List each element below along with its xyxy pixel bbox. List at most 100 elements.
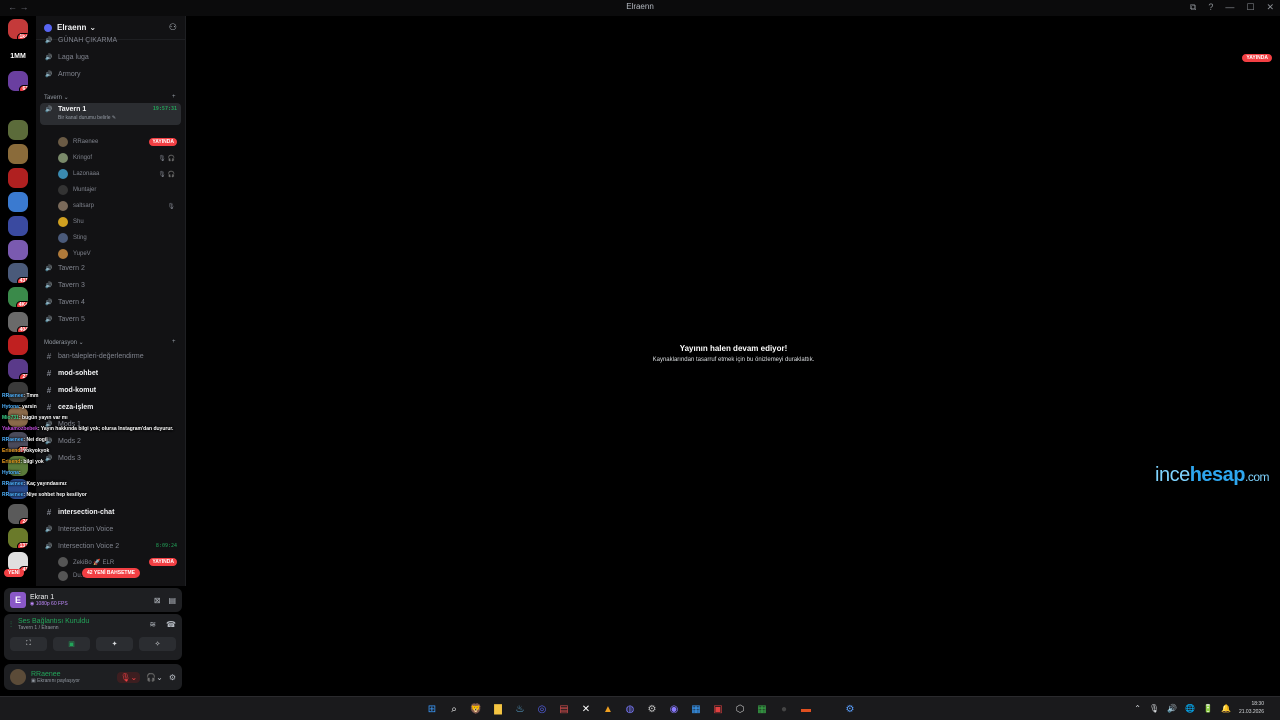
server-icon[interactable]: 63	[8, 71, 28, 91]
channel-item[interactable]: 🔊 Intersection Voice	[40, 521, 181, 537]
soundboard-icon[interactable]: ✧	[139, 637, 176, 651]
taskbar-app-icon[interactable]: ⚙	[842, 701, 858, 717]
clock[interactable]: 18:30 21.03.2026	[1239, 700, 1264, 716]
taskbar-app-icon[interactable]: ●	[776, 701, 792, 717]
channel-name: Intersection Voice 2	[58, 542, 120, 550]
server-icon[interactable]: 24	[8, 504, 28, 524]
voice-status[interactable]: Ses Bağlantısı Kuruldu	[18, 618, 89, 625]
maximize-icon[interactable]: ☐	[1246, 2, 1254, 13]
server-icon[interactable]: 22	[8, 359, 28, 379]
taskbar-app-icon[interactable]: ▦	[754, 701, 770, 717]
minimize-icon[interactable]: —	[1225, 2, 1234, 13]
channel-item[interactable]: 🔊 Intersection Voice 2 8:09:24	[40, 538, 181, 554]
server-icon[interactable]	[8, 96, 28, 116]
server-icon[interactable]: 431	[8, 263, 28, 283]
taskbar-app-icon[interactable]: ▲	[600, 701, 616, 717]
new-mentions-pill[interactable]: 42 YENİ BAHSETME	[82, 568, 140, 578]
stop-stream-icon[interactable]: ⊠	[154, 596, 161, 605]
avatar[interactable]	[10, 669, 26, 685]
taskbar-app-icon[interactable]: ⚙	[644, 701, 660, 717]
channel-name: Tavern 4	[58, 298, 85, 306]
screen-share-icon[interactable]: ▣	[53, 637, 90, 651]
new-badge[interactable]: YENİ	[4, 569, 24, 577]
server-icon[interactable]	[8, 216, 28, 236]
server-icon[interactable]: 1MM	[8, 46, 28, 66]
voice-user[interactable]: Kringof 🎙 🎧	[58, 151, 181, 165]
server-icon[interactable]	[8, 168, 28, 188]
taskbar-app-icon[interactable]: ▦	[688, 701, 704, 717]
channel-item[interactable]: # ban-talepleri-değerlendirme	[40, 348, 181, 364]
speaker-icon[interactable]: 🔊	[1167, 704, 1177, 713]
server-icon[interactable]	[8, 192, 28, 212]
voice-user[interactable]: RRaenee YAYINDA	[58, 135, 181, 149]
server-icon[interactable]	[8, 382, 28, 402]
taskbar-app-icon[interactable]: ♨	[512, 701, 528, 717]
server-icon[interactable]	[8, 144, 28, 164]
pip-icon[interactable]: ⧉	[1190, 2, 1196, 13]
server-icon[interactable]	[8, 240, 28, 260]
voice-user[interactable]: YupeV	[58, 247, 181, 261]
server-icon[interactable]: 4K+	[8, 287, 28, 307]
category-header[interactable]: Tavern ⌄ +	[44, 94, 176, 101]
network-icon[interactable]: 🌐	[1185, 704, 1195, 713]
channel-item[interactable]: # ceza-işlem	[40, 399, 181, 415]
user-status: ▣ Ekranını paylaşıyor	[31, 677, 80, 684]
server-icon[interactable]: 1k+	[8, 19, 28, 39]
gear-icon[interactable]: ⚙	[169, 673, 176, 682]
voice-user[interactable]: saltsarp 🎙	[58, 199, 181, 213]
channel-item[interactable]: # mod-sohbet	[40, 365, 181, 381]
taskbar-app-icon[interactable]: ▤	[556, 701, 572, 717]
taskbar-app-icon[interactable]: ⌕	[446, 701, 462, 717]
taskbar-app-icon[interactable]: ✕	[578, 701, 594, 717]
channel-item[interactable]: 🔊 GÜNAH ÇIKARMA	[40, 32, 181, 48]
taskbar-app-icon[interactable]: ◍	[622, 701, 638, 717]
server-icon[interactable]: 404	[8, 312, 28, 332]
voice-user[interactable]: Shu	[58, 215, 181, 229]
category-header[interactable]: Moderasyon ⌄ +	[44, 339, 176, 346]
taskbar-app-icon[interactable]: ▇	[490, 701, 506, 717]
taskbar-app-icon[interactable]: ◉	[666, 701, 682, 717]
signal-icon[interactable]: ⫶	[10, 620, 12, 630]
disconnect-icon[interactable]: ☎	[166, 620, 176, 629]
microphone-icon[interactable]: 🎙	[1149, 704, 1159, 713]
channel-item[interactable]: 🔊 Mods 2	[40, 433, 181, 449]
server-icon[interactable]	[8, 335, 28, 355]
help-icon[interactable]: ?	[1208, 2, 1213, 13]
taskbar-app-icon[interactable]: ◎	[534, 701, 550, 717]
server-icon[interactable]	[8, 120, 28, 140]
channel-item[interactable]: 🔊 Tavern 1 19:57:31 Bir kanal durumu belirl…	[40, 103, 181, 125]
bell-icon[interactable]: 🔔	[1221, 704, 1231, 713]
close-icon[interactable]: ✕	[1266, 2, 1274, 13]
plus-icon[interactable]: +	[172, 94, 176, 100]
channel-item[interactable]: 🔊 Tavern 4	[40, 294, 181, 310]
mute-icon[interactable]: 🎙⌄	[117, 671, 141, 683]
channel-item[interactable]: 🔊 Mods 3	[40, 450, 181, 466]
chevron-up-icon[interactable]: ⌃	[1134, 704, 1141, 713]
headset-icon[interactable]: 🎧⌄	[146, 673, 163, 682]
taskbar-app-icon[interactable]: ⬡	[732, 701, 748, 717]
taskbar-app-icon[interactable]: ▬	[798, 701, 814, 717]
plus-icon[interactable]: +	[172, 339, 176, 345]
server-icon[interactable]: 137	[8, 528, 28, 548]
camera-off-icon[interactable]: ⛶	[10, 637, 47, 651]
noise-suppression-icon[interactable]: ≋	[149, 620, 156, 629]
voice-user[interactable]: Muntajer	[58, 183, 181, 197]
channel-item[interactable]: 🔊 Tavern 5	[40, 311, 181, 327]
channel-item[interactable]: # intersection-chat	[40, 504, 181, 520]
voice-user[interactable]: Lazonaaa 🎙 🎧	[58, 167, 181, 181]
channel-item[interactable]: 🔊 Tavern 2	[40, 260, 181, 276]
channel-item[interactable]: 🔊 Tavern 3	[40, 277, 181, 293]
channel-item[interactable]: # mod-komut	[40, 382, 181, 398]
taskbar-app-icon[interactable]: ▣	[710, 701, 726, 717]
system-tray: ⌃ 🎙 🔊 🌐 🔋 🔔 18:30 21.03.2026	[1134, 700, 1272, 716]
taskbar-app-icon[interactable]: 🦁	[468, 701, 484, 717]
username[interactable]: RRaenee	[31, 671, 80, 678]
battery-icon[interactable]: 🔋	[1203, 704, 1213, 713]
channel-item[interactable]: 🔊 Laga luga	[40, 49, 181, 65]
voice-user[interactable]: Sting	[58, 231, 181, 245]
voice-user[interactable]: ZekiBo 🚀 ELR YAYINDA	[58, 555, 181, 569]
activities-icon[interactable]: ✦	[96, 637, 133, 651]
channel-item[interactable]: 🔊 Armory	[40, 66, 181, 82]
taskbar-app-icon[interactable]: ⊞	[424, 701, 440, 717]
stream-settings-icon[interactable]: ▤	[168, 596, 176, 605]
